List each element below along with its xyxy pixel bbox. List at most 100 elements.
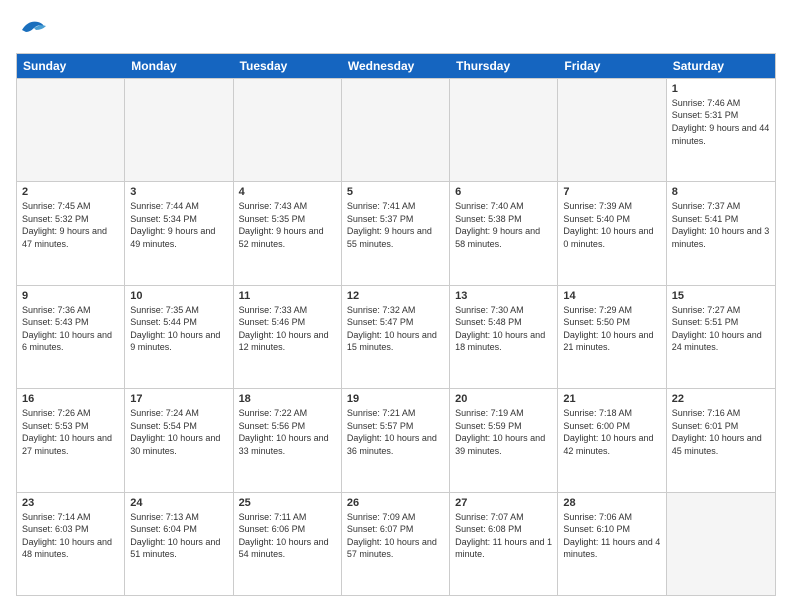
day-number: 12 xyxy=(347,290,444,302)
table-row: 7 Sunrise: 7:39 AM Sunset: 5:40 PM Daylig… xyxy=(558,182,666,284)
table-row xyxy=(234,79,342,181)
table-row xyxy=(667,493,775,595)
weekday-header-thursday: Thursday xyxy=(450,54,558,78)
day-number: 3 xyxy=(130,186,227,198)
day-number: 28 xyxy=(563,497,660,509)
table-row xyxy=(17,79,125,181)
table-row: 17 Sunrise: 7:24 AM Sunset: 5:54 PM Dayli… xyxy=(125,389,233,491)
day-number: 27 xyxy=(455,497,552,509)
calendar-body: 1 Sunrise: 7:46 AM Sunset: 5:31 PM Daylig… xyxy=(17,78,775,595)
day-number: 25 xyxy=(239,497,336,509)
table-row: 22 Sunrise: 7:16 AM Sunset: 6:01 PM Dayli… xyxy=(667,389,775,491)
day-info: Sunrise: 7:22 AM Sunset: 5:56 PM Dayligh… xyxy=(239,407,336,457)
day-info: Sunrise: 7:32 AM Sunset: 5:47 PM Dayligh… xyxy=(347,304,444,354)
day-info: Sunrise: 7:21 AM Sunset: 5:57 PM Dayligh… xyxy=(347,407,444,457)
day-number: 5 xyxy=(347,186,444,198)
day-number: 7 xyxy=(563,186,660,198)
day-info: Sunrise: 7:44 AM Sunset: 5:34 PM Dayligh… xyxy=(130,200,227,250)
day-number: 4 xyxy=(239,186,336,198)
day-number: 8 xyxy=(672,186,770,198)
day-info: Sunrise: 7:13 AM Sunset: 6:04 PM Dayligh… xyxy=(130,511,227,561)
table-row: 6 Sunrise: 7:40 AM Sunset: 5:38 PM Daylig… xyxy=(450,182,558,284)
day-info: Sunrise: 7:14 AM Sunset: 6:03 PM Dayligh… xyxy=(22,511,119,561)
day-info: Sunrise: 7:46 AM Sunset: 5:31 PM Dayligh… xyxy=(672,97,770,147)
logo-text xyxy=(16,16,46,43)
cal-row-3: 16 Sunrise: 7:26 AM Sunset: 5:53 PM Dayli… xyxy=(17,388,775,491)
day-info: Sunrise: 7:07 AM Sunset: 6:08 PM Dayligh… xyxy=(455,511,552,561)
day-info: Sunrise: 7:29 AM Sunset: 5:50 PM Dayligh… xyxy=(563,304,660,354)
day-info: Sunrise: 7:40 AM Sunset: 5:38 PM Dayligh… xyxy=(455,200,552,250)
table-row: 21 Sunrise: 7:18 AM Sunset: 6:00 PM Dayli… xyxy=(558,389,666,491)
table-row: 13Sunrise: 7:30 AM Sunset: 5:48 PM Dayli… xyxy=(450,286,558,388)
day-info: Sunrise: 7:37 AM Sunset: 5:41 PM Dayligh… xyxy=(672,200,770,250)
table-row xyxy=(558,79,666,181)
day-number: 26 xyxy=(347,497,444,509)
cal-row-2: 9Sunrise: 7:36 AM Sunset: 5:43 PM Daylig… xyxy=(17,285,775,388)
weekday-header-sunday: Sunday xyxy=(17,54,125,78)
day-number: 1 xyxy=(672,83,770,95)
day-info: Sunrise: 7:35 AM Sunset: 5:44 PM Dayligh… xyxy=(130,304,227,354)
table-row: 12 Sunrise: 7:32 AM Sunset: 5:47 PM Dayli… xyxy=(342,286,450,388)
cal-row-4: 23 Sunrise: 7:14 AM Sunset: 6:03 PM Dayli… xyxy=(17,492,775,595)
table-row: 9Sunrise: 7:36 AM Sunset: 5:43 PM Daylig… xyxy=(17,286,125,388)
table-row: 28 Sunrise: 7:06 AM Sunset: 6:10 PM Dayli… xyxy=(558,493,666,595)
day-number: 14 xyxy=(563,290,660,302)
table-row: 19Sunrise: 7:21 AM Sunset: 5:57 PM Dayli… xyxy=(342,389,450,491)
table-row: 15 Sunrise: 7:27 AM Sunset: 5:51 PM Dayli… xyxy=(667,286,775,388)
day-info: Sunrise: 7:06 AM Sunset: 6:10 PM Dayligh… xyxy=(563,511,660,561)
page: SundayMondayTuesdayWednesdayThursdayFrid… xyxy=(0,0,792,612)
weekday-header-wednesday: Wednesday xyxy=(342,54,450,78)
weekday-header-friday: Friday xyxy=(558,54,666,78)
day-number: 24 xyxy=(130,497,227,509)
day-info: Sunrise: 7:19 AM Sunset: 5:59 PM Dayligh… xyxy=(455,407,552,457)
day-info: Sunrise: 7:27 AM Sunset: 5:51 PM Dayligh… xyxy=(672,304,770,354)
day-info: Sunrise: 7:39 AM Sunset: 5:40 PM Dayligh… xyxy=(563,200,660,250)
day-info: Sunrise: 7:09 AM Sunset: 6:07 PM Dayligh… xyxy=(347,511,444,561)
day-number: 10 xyxy=(130,290,227,302)
day-number: 15 xyxy=(672,290,770,302)
table-row xyxy=(125,79,233,181)
table-row: 16 Sunrise: 7:26 AM Sunset: 5:53 PM Dayli… xyxy=(17,389,125,491)
day-number: 17 xyxy=(130,393,227,405)
cal-row-0: 1 Sunrise: 7:46 AM Sunset: 5:31 PM Daylig… xyxy=(17,78,775,181)
table-row: 11 Sunrise: 7:33 AM Sunset: 5:46 PM Dayli… xyxy=(234,286,342,388)
table-row xyxy=(450,79,558,181)
day-info: Sunrise: 7:43 AM Sunset: 5:35 PM Dayligh… xyxy=(239,200,336,250)
day-number: 16 xyxy=(22,393,119,405)
table-row: 27 Sunrise: 7:07 AM Sunset: 6:08 PM Dayli… xyxy=(450,493,558,595)
day-info: Sunrise: 7:45 AM Sunset: 5:32 PM Dayligh… xyxy=(22,200,119,250)
day-number: 6 xyxy=(455,186,552,198)
calendar: SundayMondayTuesdayWednesdayThursdayFrid… xyxy=(16,53,776,596)
day-info: Sunrise: 7:24 AM Sunset: 5:54 PM Dayligh… xyxy=(130,407,227,457)
table-row: 2Sunrise: 7:45 AM Sunset: 5:32 PM Daylig… xyxy=(17,182,125,284)
table-row: 24 Sunrise: 7:13 AM Sunset: 6:04 PM Dayli… xyxy=(125,493,233,595)
logo xyxy=(16,16,46,43)
day-number: 11 xyxy=(239,290,336,302)
weekday-header-tuesday: Tuesday xyxy=(234,54,342,78)
day-number: 21 xyxy=(563,393,660,405)
table-row: 23 Sunrise: 7:14 AM Sunset: 6:03 PM Dayli… xyxy=(17,493,125,595)
day-number: 18 xyxy=(239,393,336,405)
header xyxy=(16,16,776,43)
day-info: Sunrise: 7:33 AM Sunset: 5:46 PM Dayligh… xyxy=(239,304,336,354)
weekday-header-monday: Monday xyxy=(125,54,233,78)
table-row: 5 Sunrise: 7:41 AM Sunset: 5:37 PM Daylig… xyxy=(342,182,450,284)
day-number: 23 xyxy=(22,497,119,509)
day-info: Sunrise: 7:18 AM Sunset: 6:00 PM Dayligh… xyxy=(563,407,660,457)
day-info: Sunrise: 7:26 AM Sunset: 5:53 PM Dayligh… xyxy=(22,407,119,457)
table-row: 8 Sunrise: 7:37 AM Sunset: 5:41 PM Daylig… xyxy=(667,182,775,284)
table-row: 4 Sunrise: 7:43 AM Sunset: 5:35 PM Daylig… xyxy=(234,182,342,284)
logo-bird-icon xyxy=(18,16,46,38)
weekday-header-saturday: Saturday xyxy=(667,54,775,78)
table-row: 14 Sunrise: 7:29 AM Sunset: 5:50 PM Dayli… xyxy=(558,286,666,388)
cal-row-1: 2Sunrise: 7:45 AM Sunset: 5:32 PM Daylig… xyxy=(17,181,775,284)
day-number: 9 xyxy=(22,290,119,302)
day-number: 20 xyxy=(455,393,552,405)
calendar-header: SundayMondayTuesdayWednesdayThursdayFrid… xyxy=(17,54,775,78)
day-info: Sunrise: 7:41 AM Sunset: 5:37 PM Dayligh… xyxy=(347,200,444,250)
day-number: 22 xyxy=(672,393,770,405)
table-row: 26 Sunrise: 7:09 AM Sunset: 6:07 PM Dayli… xyxy=(342,493,450,595)
day-info: Sunrise: 7:11 AM Sunset: 6:06 PM Dayligh… xyxy=(239,511,336,561)
day-info: Sunrise: 7:16 AM Sunset: 6:01 PM Dayligh… xyxy=(672,407,770,457)
table-row: 10 Sunrise: 7:35 AM Sunset: 5:44 PM Dayli… xyxy=(125,286,233,388)
